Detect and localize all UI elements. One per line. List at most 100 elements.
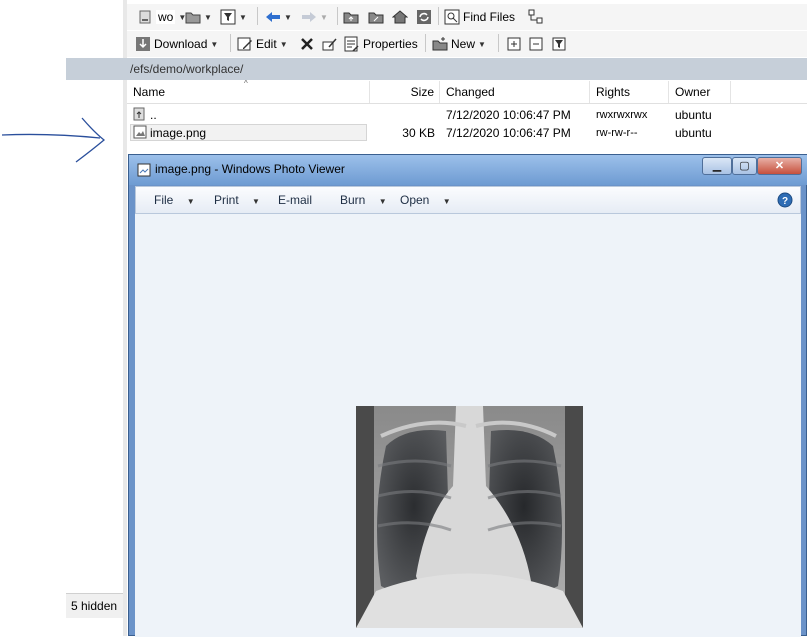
column-owner-label: Owner xyxy=(675,85,711,99)
photo-viewer-window: image.png - Windows Photo Viewer ▁ ▢ ✕ F… xyxy=(128,154,807,637)
minus-icon xyxy=(528,36,544,52)
folder-up-icon xyxy=(343,9,359,25)
properties-button[interactable]: Properties xyxy=(344,34,418,54)
arrow-right-icon xyxy=(301,9,317,25)
download-icon xyxy=(135,36,151,52)
close-button[interactable]: ✕ xyxy=(757,157,802,175)
toolbar-divider xyxy=(257,7,258,25)
chevron-down-icon: ▼ xyxy=(252,197,260,206)
table-row[interactable]: .. 7/12/2020 10:06:47 PM rwxrwxrwx ubunt… xyxy=(127,106,807,124)
back-button[interactable]: ▼ xyxy=(265,7,292,27)
pencil-icon xyxy=(237,36,253,52)
file-list-header: Name ^ Size Changed Rights Owner xyxy=(127,79,807,104)
parent-directory-button[interactable] xyxy=(343,7,359,27)
rename-icon xyxy=(322,36,338,52)
menu-email[interactable]: E-mail xyxy=(278,193,312,207)
image-file-icon xyxy=(133,125,147,144)
maximize-button[interactable]: ▢ xyxy=(732,157,757,175)
photo-viewer-app-icon xyxy=(137,163,151,180)
current-path: /efs/demo/workplace/ xyxy=(130,62,244,76)
find-files-icon xyxy=(444,9,460,25)
menu-burn-label: Burn xyxy=(340,193,366,207)
left-panel xyxy=(66,0,124,636)
chevron-down-icon: ▼ xyxy=(186,197,195,206)
svg-text:?: ? xyxy=(782,196,788,207)
file-size: 30 KB xyxy=(402,126,435,140)
column-header-changed[interactable]: Changed xyxy=(440,81,590,103)
new-button[interactable]: New ▼ xyxy=(432,34,486,54)
download-label: Download xyxy=(154,37,208,51)
image-display-area xyxy=(135,214,801,637)
sort-ascending-icon: ^ xyxy=(244,79,248,88)
home-button[interactable] xyxy=(391,7,409,27)
column-header-size[interactable]: Size xyxy=(370,81,440,103)
unselect-files-button[interactable] xyxy=(528,34,544,54)
column-header-rights[interactable]: Rights xyxy=(590,81,669,103)
menu-file-label: File xyxy=(154,193,174,207)
find-files-button[interactable]: Find Files xyxy=(444,7,515,27)
rename-button[interactable] xyxy=(322,34,338,54)
plus-icon xyxy=(506,36,522,52)
column-rights-label: Rights xyxy=(596,85,631,99)
menu-burn[interactable]: Burn ▼ xyxy=(340,193,387,207)
new-label: New xyxy=(451,37,476,51)
delete-button[interactable] xyxy=(299,34,315,54)
toolbar-divider xyxy=(425,34,426,52)
minimize-icon: ▁ xyxy=(712,160,722,172)
table-row[interactable]: image.png 30 KB 7/12/2020 10:06:47 PM rw… xyxy=(127,124,807,142)
drive-selector[interactable]: wo ▼ xyxy=(137,7,186,27)
open-directory-button[interactable]: ▼ xyxy=(185,7,212,27)
menu-file[interactable]: File ▼ xyxy=(154,193,195,207)
filter-icon xyxy=(551,36,567,52)
arrow-left-icon xyxy=(265,9,281,25)
refresh-icon xyxy=(416,9,432,25)
menu-open[interactable]: Open ▼ xyxy=(400,193,451,207)
file-name: .. xyxy=(150,108,157,122)
toolbar-divider xyxy=(438,7,439,25)
hidden-count: 5 hidden xyxy=(71,599,118,613)
left-status-bar: 5 hidden xyxy=(66,593,123,618)
column-header-name[interactable]: Name ^ xyxy=(127,79,370,103)
annotation-arrow-icon xyxy=(0,110,112,169)
folder-root-icon xyxy=(368,9,384,25)
toolbar-divider xyxy=(230,34,231,52)
menu-email-label: E-mail xyxy=(278,193,313,207)
file-owner: ubuntu xyxy=(675,108,712,122)
chevron-down-icon: ▼ xyxy=(378,197,387,206)
drive-icon xyxy=(137,9,153,25)
find-files-label: Find Files xyxy=(463,10,516,24)
filter-files-button[interactable] xyxy=(551,34,567,54)
menu-print[interactable]: Print ▼ xyxy=(214,193,260,207)
menu-print-label: Print xyxy=(214,193,239,207)
file-name: image.png xyxy=(150,126,207,140)
toolbar-divider xyxy=(498,34,499,52)
chevron-down-icon: ▼ xyxy=(284,12,292,22)
chevron-down-icon: ▼ xyxy=(478,39,486,49)
close-icon: ✕ xyxy=(774,160,785,172)
tree-icon xyxy=(528,9,544,25)
folder-open-icon xyxy=(185,9,201,25)
file-owner: ubuntu xyxy=(675,126,712,140)
filter-button[interactable]: ▼ xyxy=(220,7,247,27)
properties-label: Properties xyxy=(363,37,418,51)
maximize-icon: ▢ xyxy=(739,160,750,172)
properties-icon xyxy=(344,36,360,52)
minimize-button[interactable]: ▁ xyxy=(702,157,732,175)
root-directory-button[interactable] xyxy=(368,7,384,27)
help-icon[interactable]: ? xyxy=(777,192,793,211)
column-size-label: Size xyxy=(410,85,434,99)
edit-button[interactable]: Edit ▼ xyxy=(237,34,288,54)
select-files-button[interactable] xyxy=(506,34,522,54)
forward-button[interactable]: ▼ xyxy=(301,7,328,27)
refresh-button[interactable] xyxy=(416,7,432,27)
column-header-owner[interactable]: Owner xyxy=(669,81,731,103)
edit-label: Edit xyxy=(256,37,277,51)
path-bar[interactable]: /efs/demo/workplace/ xyxy=(66,58,807,80)
tree-view-button[interactable] xyxy=(528,7,544,27)
window-title-bar[interactable]: image.png - Windows Photo Viewer ▁ ▢ ✕ xyxy=(129,155,807,185)
chevron-down-icon: ▼ xyxy=(239,12,247,22)
download-button[interactable]: Download ▼ xyxy=(135,34,218,54)
file-changed: 7/12/2020 10:06:47 PM xyxy=(446,108,571,122)
viewer-menu-bar: File ▼ Print ▼ E-mail Burn ▼ Open ▼ ? xyxy=(135,186,801,214)
toolbar-navigation: wo ▼ ▼ ▼ ▼ ▼ Find Files xyxy=(127,4,807,30)
